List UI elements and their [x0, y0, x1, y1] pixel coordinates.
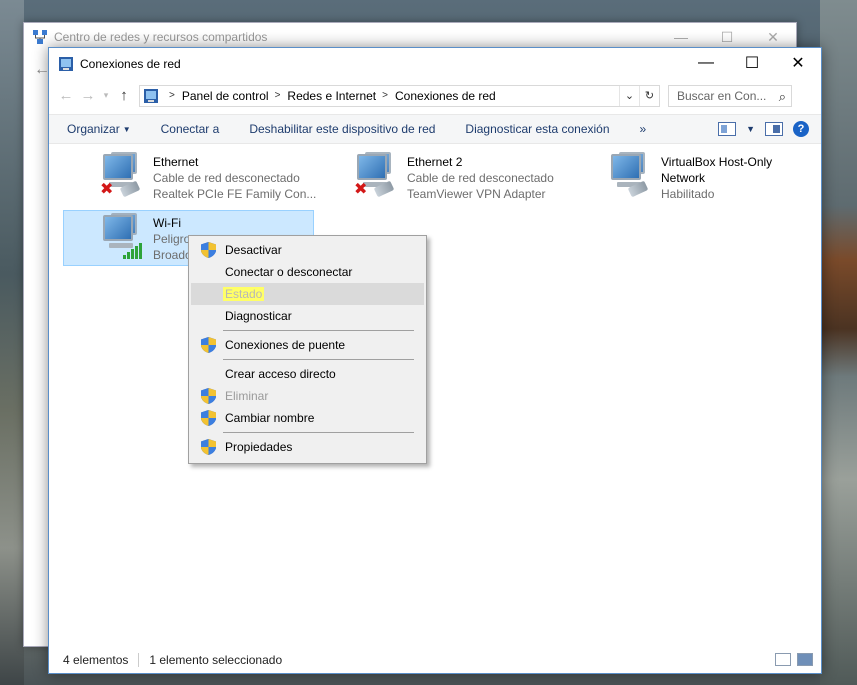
item-status: Habilitado — [661, 187, 715, 201]
item-name-line2: Network — [661, 171, 706, 185]
item-device: Broado — [153, 248, 192, 262]
menu-item-delete[interactable]: Eliminar — [191, 385, 424, 407]
organize-label: Organizar — [67, 122, 120, 136]
view-options-chevron-icon[interactable]: ▼ — [746, 124, 755, 134]
address-bar[interactable]: > Panel de control > Redes e Internet > … — [139, 84, 660, 107]
context-menu: Desactivar Conectar o desconectar Estado… — [188, 235, 427, 464]
desktop-background-left — [0, 0, 24, 685]
title-bar[interactable]: Conexiones de red — ☐ ✕ — [49, 48, 821, 79]
breadcrumb-chevron-icon[interactable]: > — [169, 90, 175, 101]
window-title: Conexiones de red — [80, 56, 181, 71]
menu-item-label: Conexiones de puente — [225, 338, 346, 352]
forward-arrow-icon[interactable]: → — [77, 87, 99, 104]
menu-item-label: Eliminar — [225, 389, 269, 403]
item-device: Realtek PCIe FE Family Con... — [153, 187, 317, 201]
item-status: Cable de red desconectado — [153, 171, 300, 185]
item-name: Wi-Fi — [153, 216, 181, 230]
signal-bars-icon — [123, 243, 142, 259]
menu-item-label: Conectar o desconectar — [225, 265, 353, 279]
menu-item-create-shortcut[interactable]: Crear acceso directo — [191, 363, 424, 385]
connection-item-ethernet-2[interactable]: ✖ Ethernet 2 Cable de red desconectado T… — [351, 150, 581, 204]
uac-shield-icon — [201, 388, 216, 404]
ethernet-icon: ✖ — [351, 152, 401, 202]
search-placeholder: Buscar en Con... — [677, 88, 767, 103]
ethernet-icon — [605, 152, 655, 202]
uac-shield-icon — [201, 337, 216, 353]
menu-item-label: Estado — [223, 287, 265, 301]
change-view-icon[interactable] — [718, 122, 737, 136]
menu-item-diagnose[interactable]: Diagnosticar — [191, 305, 424, 327]
menu-separator — [223, 359, 414, 360]
diagnose-connection-button[interactable]: Diagnosticar esta conexión — [465, 122, 609, 136]
selected-count: 1 elemento seleccionado — [149, 653, 283, 667]
address-row: ← → ▾ ↑ > Panel de control > Redes e Int… — [49, 79, 821, 112]
menu-separator — [223, 432, 414, 433]
refresh-icon[interactable]: ↻ — [639, 85, 659, 106]
recent-locations-chevron-icon[interactable]: ▾ — [99, 90, 113, 101]
item-count: 4 elementos — [63, 653, 129, 667]
breadcrumb-control-panel[interactable]: Panel de control — [182, 89, 269, 103]
breadcrumb-chevron-icon[interactable]: > — [275, 90, 281, 101]
breadcrumb-network-internet[interactable]: Redes e Internet — [287, 89, 376, 103]
menu-item-label: Cambiar nombre — [225, 411, 315, 425]
back-window-title: Centro de redes y recursos compartidos — [54, 30, 268, 44]
menu-item-status[interactable]: Estado — [191, 283, 424, 305]
network-connections-icon — [59, 56, 73, 71]
menu-item-disable[interactable]: Desactivar — [191, 239, 424, 261]
menu-item-connect-disconnect[interactable]: Conectar o desconectar — [191, 261, 424, 283]
command-bar: Organizar ▼ Conectar a Deshabilitar este … — [49, 114, 821, 144]
uac-shield-icon — [201, 410, 216, 426]
control-panel-icon — [144, 88, 158, 103]
organize-button[interactable]: Organizar ▼ — [67, 122, 131, 136]
menu-item-properties[interactable]: Propiedades — [191, 436, 424, 458]
connection-item-virtualbox[interactable]: VirtualBox Host-Only Network Habilitado — [605, 150, 815, 204]
network-icon — [33, 30, 47, 44]
network-connections-window[interactable]: Conexiones de red — ☐ ✕ ← → ▾ ↑ > Panel … — [48, 47, 822, 674]
uac-shield-icon — [201, 242, 216, 258]
more-commands-button[interactable]: » — [640, 122, 647, 136]
ethernet-icon: ✖ — [97, 152, 147, 202]
search-icon[interactable]: ⌕ — [779, 89, 786, 105]
uac-shield-icon — [201, 439, 216, 455]
item-device: TeamViewer VPN Adapter — [407, 187, 546, 201]
preview-pane-icon[interactable] — [765, 122, 783, 136]
status-bar: 4 elementos 1 elemento seleccionado — [49, 647, 821, 673]
menu-item-label: Propiedades — [225, 440, 293, 454]
large-icons-view-icon[interactable] — [797, 653, 813, 666]
help-icon[interactable]: ? — [793, 121, 809, 137]
item-name: Ethernet — [153, 155, 199, 169]
disable-device-button[interactable]: Deshabilitar este dispositivo de red — [249, 122, 435, 136]
caret-down-icon: ▼ — [122, 125, 131, 134]
address-dropdown-chevron-icon[interactable]: ⌄ — [619, 85, 639, 106]
menu-item-bridge-connections[interactable]: Conexiones de puente — [191, 334, 424, 356]
menu-separator — [223, 330, 414, 331]
menu-item-label: Diagnosticar — [225, 309, 292, 323]
minimize-button[interactable]: — — [683, 48, 729, 78]
wifi-icon — [97, 213, 147, 263]
connect-to-button[interactable]: Conectar a — [161, 122, 220, 136]
connection-item-ethernet[interactable]: ✖ Ethernet Cable de red desconectado Rea… — [97, 150, 327, 204]
menu-item-label: Desactivar — [225, 243, 282, 257]
back-arrow-icon[interactable]: ← — [55, 87, 77, 104]
desktop-background-right — [820, 0, 857, 685]
breadcrumb: > Panel de control > Redes e Internet > … — [163, 89, 496, 103]
search-input[interactable]: Buscar en Con... ⌕ — [668, 84, 792, 107]
menu-item-label: Crear acceso directo — [225, 367, 336, 381]
disconnected-x-icon: ✖ — [100, 181, 114, 198]
item-name: Ethernet 2 — [407, 155, 463, 169]
status-divider — [138, 653, 140, 667]
details-view-icon[interactable] — [775, 653, 791, 666]
up-arrow-icon[interactable]: ↑ — [113, 87, 135, 104]
breadcrumb-chevron-icon[interactable]: > — [382, 90, 388, 101]
item-status: Peligro — [153, 232, 191, 246]
maximize-button[interactable]: ☐ — [729, 48, 775, 78]
menu-item-rename[interactable]: Cambiar nombre — [191, 407, 424, 429]
item-status: Cable de red desconectado — [407, 171, 554, 185]
disconnected-x-icon: ✖ — [354, 181, 368, 198]
item-name: VirtualBox Host-Only — [661, 155, 773, 169]
close-button[interactable]: ✕ — [775, 48, 821, 78]
breadcrumb-network-connections[interactable]: Conexiones de red — [395, 89, 496, 103]
